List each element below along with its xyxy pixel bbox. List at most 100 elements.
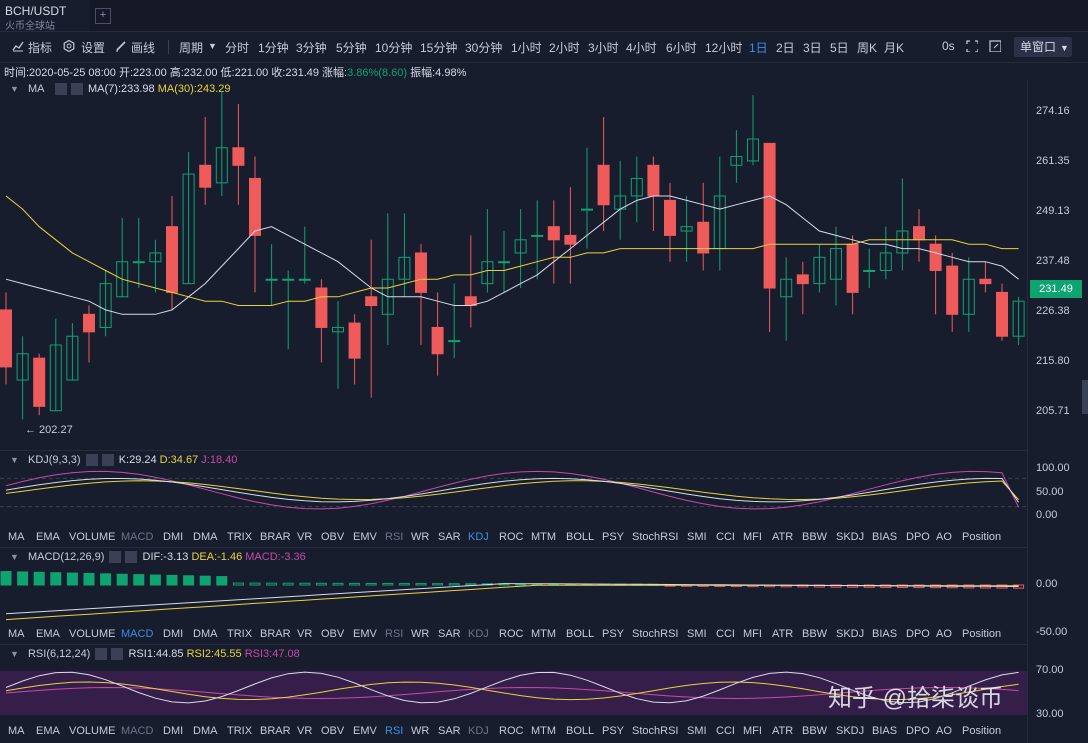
indicator-tab-wr[interactable]: WR (411, 531, 429, 543)
draw-button[interactable]: 画线 (131, 39, 155, 56)
period-0[interactable]: 分时 (225, 39, 249, 56)
period-7[interactable]: 1小时 (511, 39, 542, 56)
close-icon[interactable] (125, 551, 138, 564)
indicator-tab-atr[interactable]: ATR (772, 725, 793, 737)
window-mode-select[interactable]: 单窗口 ▼ (1014, 37, 1072, 57)
indicator-tab-vr[interactable]: VR (297, 725, 312, 737)
indicator-tab-obv[interactable]: OBV (321, 531, 344, 543)
indicator-tab-psy[interactable]: PSY (602, 531, 624, 543)
indicator-tab-boll[interactable]: BOLL (566, 531, 594, 543)
indicator-tab-atr[interactable]: ATR (772, 531, 793, 543)
indicator-tab-dpo[interactable]: DPO (906, 531, 930, 543)
settings-icon[interactable] (95, 648, 108, 661)
indicator-tab-ma[interactable]: MA (8, 725, 25, 737)
expand-icon[interactable] (966, 40, 978, 52)
indicator-button[interactable]: 指标 (28, 39, 52, 56)
indicator-tab-brar[interactable]: BRAR (260, 531, 291, 543)
indicator-tab-cci[interactable]: CCI (716, 725, 735, 737)
indicator-tab-mfi[interactable]: MFI (743, 725, 762, 737)
indicator-tab-psy[interactable]: PSY (602, 725, 624, 737)
settings-button[interactable]: 设置 (81, 39, 105, 56)
indicator-tab-position[interactable]: Position (962, 628, 1001, 640)
indicator-tab-cci[interactable]: CCI (716, 628, 735, 640)
indicator-tab-bbw[interactable]: BBW (802, 628, 827, 640)
indicator-tab-rsi[interactable]: RSI (385, 628, 403, 640)
period-1[interactable]: 1分钟 (258, 39, 289, 56)
indicator-tab-roc[interactable]: ROC (499, 725, 523, 737)
indicator-tab-dpo[interactable]: DPO (906, 725, 930, 737)
indicator-tab-obv[interactable]: OBV (321, 628, 344, 640)
indicator-tab-cci[interactable]: CCI (716, 531, 735, 543)
indicator-tab-dmi[interactable]: DMI (163, 531, 183, 543)
indicator-tab-dmi[interactable]: DMI (163, 628, 183, 640)
period-16[interactable]: 5日 (830, 39, 849, 56)
indicator-tab-skdj[interactable]: SKDJ (836, 531, 864, 543)
indicator-tab-macd[interactable]: MACD (121, 531, 153, 543)
indicator-tab-sar[interactable]: SAR (438, 725, 461, 737)
indicator-tab-macd[interactable]: MACD (121, 725, 153, 737)
indicator-tab-skdj[interactable]: SKDJ (836, 628, 864, 640)
indicator-tab-ema[interactable]: EMA (36, 628, 60, 640)
panel-collapse-handle[interactable] (1082, 380, 1088, 414)
period-12[interactable]: 12小时 (705, 39, 742, 56)
indicator-tab-ma[interactable]: MA (8, 531, 25, 543)
indicator-tab-ao[interactable]: AO (936, 531, 952, 543)
indicator-tab-kdj[interactable]: KDJ (468, 725, 489, 737)
indicator-tab-trix[interactable]: TRIX (227, 531, 252, 543)
indicator-tab-psy[interactable]: PSY (602, 628, 624, 640)
indicator-tab-wr[interactable]: WR (411, 725, 429, 737)
indicator-tab-sar[interactable]: SAR (438, 628, 461, 640)
fullscreen-icon[interactable] (989, 40, 1001, 52)
indicator-tab-mtm[interactable]: MTM (531, 725, 556, 737)
tab-bch-usdt[interactable]: BCH/USDT 火币全球站 (0, 0, 90, 32)
indicator-tab-stochrsi[interactable]: StochRSI (632, 531, 678, 543)
period-17[interactable]: 周K (857, 39, 877, 56)
indicator-tab-dma[interactable]: DMA (193, 531, 217, 543)
indicator-tab-mfi[interactable]: MFI (743, 531, 762, 543)
indicator-tab-bbw[interactable]: BBW (802, 531, 827, 543)
indicator-tab-ma[interactable]: MA (8, 628, 25, 640)
indicator-tab-roc[interactable]: ROC (499, 531, 523, 543)
indicator-tab-vr[interactable]: VR (297, 531, 312, 543)
indicator-tab-atr[interactable]: ATR (772, 628, 793, 640)
indicator-tab-wr[interactable]: WR (411, 628, 429, 640)
indicator-tab-smi[interactable]: SMI (687, 531, 707, 543)
indicator-tab-position[interactable]: Position (962, 531, 1001, 543)
indicator-tab-skdj[interactable]: SKDJ (836, 725, 864, 737)
period-3[interactable]: 5分钟 (336, 39, 367, 56)
add-tab-button[interactable]: + (95, 8, 111, 24)
indicator-tab-rsi[interactable]: RSI (385, 725, 403, 737)
period-9[interactable]: 3小时 (588, 39, 619, 56)
period-5[interactable]: 15分钟 (420, 39, 457, 56)
settings-icon[interactable] (109, 551, 122, 564)
period-14[interactable]: 2日 (776, 39, 795, 56)
indicator-tab-smi[interactable]: SMI (687, 628, 707, 640)
settings-icon[interactable] (85, 454, 98, 467)
indicator-tab-volume[interactable]: VOLUME (69, 628, 115, 640)
indicator-tab-brar[interactable]: BRAR (260, 725, 291, 737)
indicator-tab-macd[interactable]: MACD (121, 628, 153, 640)
indicator-tab-dma[interactable]: DMA (193, 628, 217, 640)
indicator-tab-ema[interactable]: EMA (36, 725, 60, 737)
indicator-tab-rsi[interactable]: RSI (385, 531, 403, 543)
indicator-tab-stochrsi[interactable]: StochRSI (632, 725, 678, 737)
indicator-tab-boll[interactable]: BOLL (566, 725, 594, 737)
indicator-tab-position[interactable]: Position (962, 725, 1001, 737)
period-11[interactable]: 6小时 (666, 39, 697, 56)
indicator-tab-trix[interactable]: TRIX (227, 725, 252, 737)
indicator-tab-mtm[interactable]: MTM (531, 531, 556, 543)
period-6[interactable]: 30分钟 (465, 39, 502, 56)
indicator-tab-mfi[interactable]: MFI (743, 628, 762, 640)
indicator-tab-trix[interactable]: TRIX (227, 628, 252, 640)
indicator-tab-boll[interactable]: BOLL (566, 628, 594, 640)
close-icon[interactable] (111, 648, 124, 661)
indicator-tab-roc[interactable]: ROC (499, 628, 523, 640)
indicator-tab-ema[interactable]: EMA (36, 531, 60, 543)
indicator-tab-ao[interactable]: AO (936, 628, 952, 640)
indicator-tab-volume[interactable]: VOLUME (69, 725, 115, 737)
indicator-tab-vr[interactable]: VR (297, 628, 312, 640)
indicator-tab-emv[interactable]: EMV (353, 531, 377, 543)
indicator-tab-emv[interactable]: EMV (353, 628, 377, 640)
collapse-icon[interactable]: ▼ (10, 552, 19, 562)
indicator-tab-bbw[interactable]: BBW (802, 725, 827, 737)
